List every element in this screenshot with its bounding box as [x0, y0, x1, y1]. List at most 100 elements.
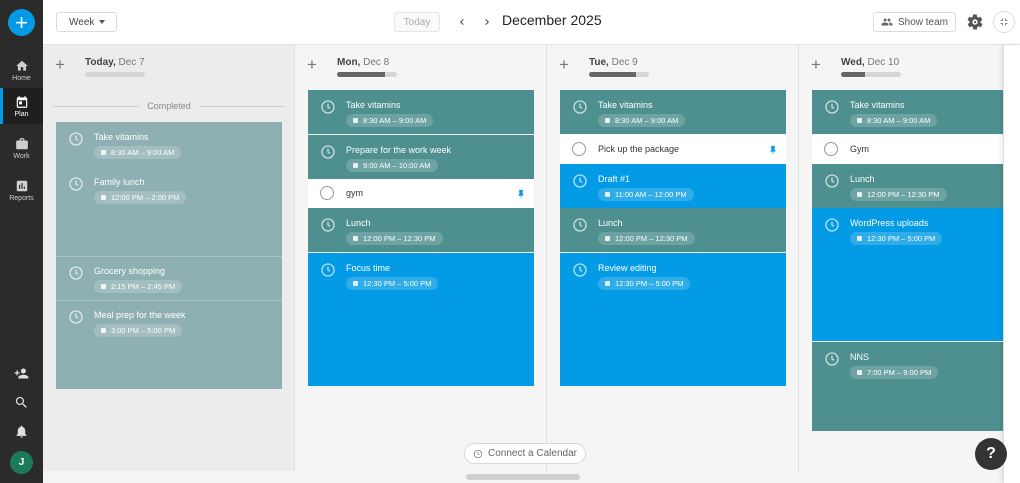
task-card[interactable]: Focus time 12:30 PM – 5:00 PM	[308, 253, 534, 386]
day-header: + Tue, Dec 9	[547, 45, 798, 85]
task-title: Lunch	[346, 218, 371, 228]
task-card[interactable]: Grocery shopping 2:15 PM – 2:45 PM	[56, 256, 282, 300]
task-card[interactable]: WordPress uploads 12:30 PM – 5:00 PM	[812, 208, 1003, 341]
task-card[interactable]: Pick up the package	[560, 135, 786, 164]
add-person-icon[interactable]	[12, 364, 30, 382]
day-column-today: + Today, Dec 7 Completed Take vitamins 8…	[43, 45, 295, 471]
day-progress	[337, 72, 397, 77]
task-time: 9:00 AM – 10:00 AM	[346, 159, 438, 172]
add-task-button[interactable]: +	[8, 9, 35, 36]
sidebar-item-label: Home	[12, 74, 31, 82]
task-card[interactable]: Review editing 12:30 PM – 5:00 PM	[560, 253, 786, 386]
clock-icon	[824, 351, 840, 367]
collapse-panel-button[interactable]	[993, 11, 1015, 33]
task-card[interactable]: Lunch 12:00 PM – 12:30 PM	[812, 164, 1003, 208]
home-icon	[15, 60, 28, 71]
task-card[interactable]: Lunch 12:00 PM – 12:30 PM	[560, 208, 786, 252]
view-select[interactable]: Week	[56, 12, 117, 32]
add-task-icon[interactable]: +	[559, 56, 569, 73]
add-task-icon[interactable]: +	[307, 56, 317, 73]
connect-calendar-button[interactable]: Connect a Calendar	[464, 443, 586, 464]
task-card[interactable]: gym	[308, 179, 534, 208]
task-card[interactable]: Gym	[812, 135, 1003, 164]
task-time: 12:30 PM – 5:00 PM	[850, 232, 943, 245]
today-button[interactable]: Today	[394, 12, 440, 32]
task-card[interactable]: Family lunch 12:00 PM – 2:00 PM	[56, 167, 282, 256]
next-week-button[interactable]	[480, 13, 494, 31]
sidebar-item-label: Plan	[14, 110, 29, 118]
sidebar-item-label: Work	[13, 152, 30, 160]
prev-week-button[interactable]	[455, 13, 469, 31]
help-button[interactable]: ?	[975, 438, 1007, 470]
team-icon	[881, 18, 893, 26]
bell-icon[interactable]	[12, 422, 30, 440]
task-card[interactable]: NNS 7:00 PM – 9:00 PM	[812, 342, 1003, 431]
task-card[interactable]: Draft #1 11:00 AM – 12:00 PM	[560, 164, 786, 208]
sidebar-item-work[interactable]: Work	[0, 130, 43, 166]
task-time: 12:00 PM – 2:00 PM	[94, 191, 187, 204]
show-team-button[interactable]: Show team	[873, 12, 956, 32]
clock-icon	[572, 217, 588, 233]
search-icon[interactable]	[12, 393, 30, 411]
clock-icon	[824, 99, 840, 115]
day-column-mon: + Mon, Dec 8 Take vitamins 8:30 AM – 9:0…	[295, 45, 547, 471]
briefcase-icon	[15, 137, 28, 149]
task-time: 2:15 PM – 2:45 PM	[94, 280, 183, 293]
day-title: Mon, Dec 8	[337, 57, 390, 68]
task-time: 8:30 AM – 9:00 AM	[346, 114, 434, 127]
task-title: NNS	[850, 352, 870, 362]
task-title: Family lunch	[94, 177, 145, 187]
task-card[interactable]: Prepare for the work week 9:00 AM – 10:0…	[308, 135, 534, 179]
task-checkbox[interactable]	[320, 186, 334, 200]
task-time: 12:30 PM – 5:00 PM	[346, 277, 439, 290]
task-card[interactable]: Take vitamins 8:30 AM – 9:00 AM	[560, 90, 786, 134]
task-card[interactable]: Lunch 12:00 PM – 12:30 PM	[308, 208, 534, 252]
task-title: Grocery shopping	[94, 266, 166, 276]
task-title: Take vitamins	[346, 100, 401, 110]
task-time: 8:30 AM – 9:00 AM	[850, 114, 938, 127]
task-time: 11:00 AM – 12:00 PM	[598, 188, 694, 201]
pin-icon[interactable]	[768, 143, 778, 155]
clock-icon	[824, 217, 840, 233]
clock-icon	[320, 144, 336, 160]
task-time: 8:30 AM – 9:00 AM	[598, 114, 686, 127]
add-task-icon[interactable]: +	[811, 56, 821, 73]
task-checkbox[interactable]	[824, 142, 838, 156]
clock-icon	[572, 173, 588, 189]
task-card[interactable]: Take vitamins 8:30 AM – 9:00 AM	[56, 122, 282, 167]
sidebar-item-reports[interactable]: Reports	[0, 172, 43, 208]
task-card[interactable]: Take vitamins 8:30 AM – 9:00 AM	[308, 90, 534, 134]
completed-tasks-block: Take vitamins 8:30 AM – 9:00 AM Family l…	[56, 122, 282, 389]
horizontal-scrollbar[interactable]	[466, 474, 580, 480]
clock-icon	[572, 99, 588, 115]
day-header: + Mon, Dec 8	[295, 45, 546, 85]
sidebar-item-home[interactable]: Home	[0, 52, 43, 88]
task-time: 7:00 PM – 9:00 PM	[850, 366, 939, 379]
task-title: Take vitamins	[850, 100, 905, 110]
task-title: Take vitamins	[94, 132, 149, 142]
task-card[interactable]: Take vitamins 8:30 AM – 9:00 AM	[812, 90, 1003, 134]
task-title: Prepare for the work week	[346, 145, 452, 155]
show-team-label: Show team	[897, 16, 949, 28]
task-card[interactable]: Meal prep for the week 3:00 PM – 5:00 PM	[56, 300, 282, 389]
task-checkbox[interactable]	[572, 142, 586, 156]
gear-icon[interactable]	[966, 13, 984, 31]
add-task-icon[interactable]: +	[55, 56, 65, 73]
task-time: 3:00 PM – 5:00 PM	[94, 324, 183, 337]
pin-icon[interactable]	[516, 187, 526, 199]
sidebar: + Home Plan Work Reports J	[0, 0, 43, 483]
clock-icon	[824, 173, 840, 189]
clock-icon	[473, 449, 483, 458]
task-title: Gym	[850, 144, 869, 154]
task-time: 12:30 PM – 5:00 PM	[598, 277, 691, 290]
clock-icon	[68, 265, 84, 281]
caret-down-icon	[99, 20, 106, 24]
day-title: Tue, Dec 9	[589, 57, 638, 68]
sidebar-item-plan[interactable]: Plan	[0, 88, 43, 124]
task-title: Pick up the package	[598, 144, 680, 154]
connect-calendar-label: Connect a Calendar	[488, 448, 577, 459]
avatar[interactable]: J	[10, 451, 33, 474]
day-header: + Wed, Dec 10	[799, 45, 1003, 85]
task-title: gym	[346, 188, 364, 198]
task-title: Focus time	[346, 263, 391, 273]
